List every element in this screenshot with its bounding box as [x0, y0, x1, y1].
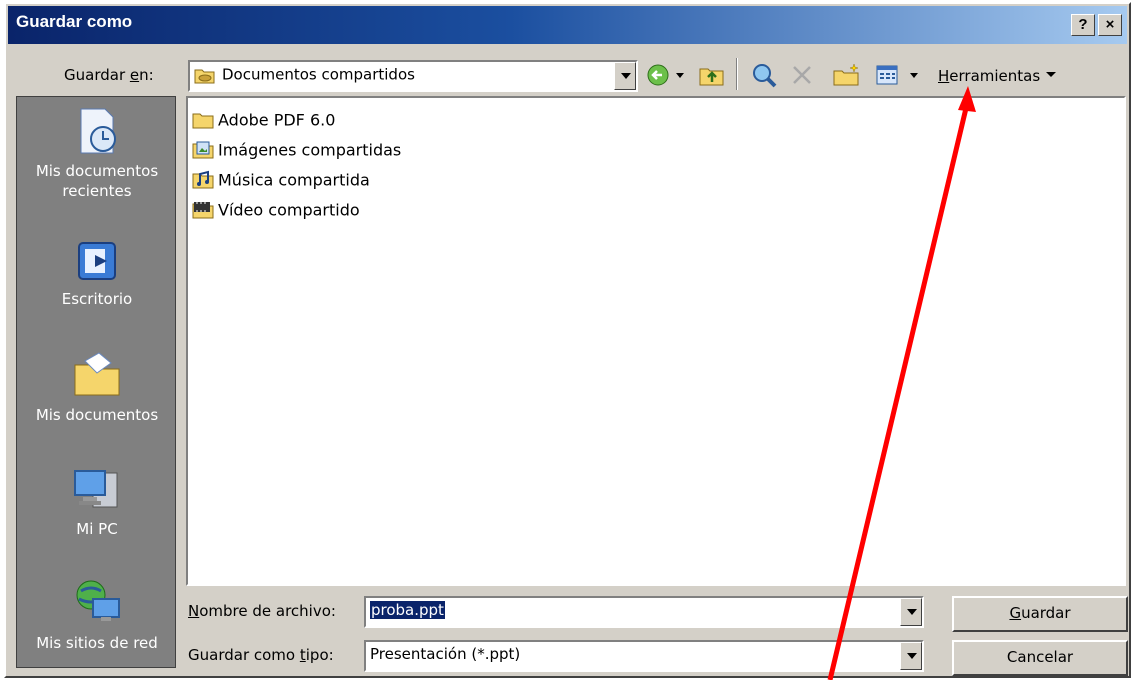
save-in-value: Documentos compartidos	[222, 65, 415, 84]
chevron-down-icon	[1046, 72, 1057, 77]
title-bar: Guardar como ? ×	[8, 6, 1127, 44]
list-item[interactable]: Imágenes compartidas	[192, 140, 401, 168]
network-places-icon	[76, 580, 120, 621]
desktop-icon	[78, 242, 116, 280]
save-in-value-wrap: Documentos compartidos	[194, 65, 415, 84]
toolbar-separator	[736, 58, 738, 90]
new-folder-icon	[833, 63, 859, 86]
tools-menu[interactable]: Herramientas	[938, 67, 1058, 85]
recent-documents-icon	[80, 108, 116, 154]
file-list[interactable]: Adobe PDF 6.0 Imágenes compartidas Músic…	[186, 96, 1126, 586]
place-label: Mis documentos	[35, 162, 159, 180]
delete-button	[790, 62, 814, 92]
place-my-computer[interactable]: Mi PC	[17, 463, 177, 539]
filename-label: Nombre de archivo:	[188, 602, 336, 620]
file-name: Música compartida	[218, 170, 370, 190]
filetype-value: Presentación (*.ppt)	[370, 645, 521, 663]
up-one-level-button[interactable]	[698, 62, 726, 92]
list-item[interactable]: Vídeo compartido	[192, 200, 360, 228]
place-label: Mi PC	[76, 520, 118, 538]
filetype-dropdown[interactable]: Presentación (*.ppt)	[364, 640, 924, 672]
save-button[interactable]: Guardar	[952, 596, 1128, 632]
cancel-button[interactable]: Cancelar	[952, 640, 1128, 676]
close-button[interactable]: ×	[1098, 14, 1122, 36]
places-bar: Mis documentos recientes Escritorio Mis …	[16, 96, 176, 668]
list-item[interactable]: Música compartida	[192, 170, 370, 198]
file-name: Vídeo compartido	[218, 200, 360, 220]
filename-value-wrap: proba.ppt	[370, 601, 445, 619]
place-label: Mis documentos	[35, 406, 159, 424]
place-desktop[interactable]: Escritorio	[17, 237, 177, 309]
video-folder-icon	[192, 202, 214, 219]
filetype-dropdown-arrow[interactable]	[900, 642, 922, 670]
views-icon	[876, 65, 918, 85]
place-label-second: recientes	[62, 182, 132, 200]
new-folder-button[interactable]	[832, 62, 862, 92]
window-title: Guardar como	[16, 12, 133, 31]
my-documents-icon	[74, 352, 120, 396]
back-button[interactable]	[646, 62, 690, 92]
place-my-documents[interactable]: Mis documentos	[17, 349, 177, 425]
place-label: Mis sitios de red	[36, 634, 158, 652]
delete-icon	[793, 66, 811, 84]
filename-value: proba.ppt	[370, 601, 445, 619]
filename-input[interactable]: proba.ppt	[364, 596, 924, 628]
back-icon	[647, 64, 684, 86]
filename-dropdown-arrow[interactable]	[900, 598, 922, 626]
file-name: Imágenes compartidas	[218, 140, 402, 160]
music-folder-icon	[192, 170, 214, 189]
search-web-button[interactable]	[750, 62, 778, 92]
save-as-dialog: Guardar como ? × Guardar en: Documentos …	[4, 2, 1131, 678]
search-web-icon	[753, 64, 777, 88]
filetype-label: Guardar como tipo:	[188, 646, 334, 664]
pictures-folder-icon	[192, 141, 214, 159]
place-recent-documents[interactable]: Mis documentos recientes	[17, 105, 177, 201]
file-name: Adobe PDF 6.0	[218, 110, 336, 130]
save-in-dropdown-arrow[interactable]	[614, 62, 636, 90]
views-button[interactable]	[874, 62, 924, 92]
save-in-dropdown[interactable]: Documentos compartidos	[188, 60, 638, 92]
help-button[interactable]: ?	[1071, 14, 1095, 36]
folder-icon	[192, 113, 214, 129]
list-item[interactable]: Adobe PDF 6.0	[192, 110, 335, 138]
place-network[interactable]: Mis sitios de red	[17, 577, 177, 653]
up-folder-icon	[699, 68, 724, 86]
shared-folder-icon	[194, 69, 215, 83]
save-in-label: Guardar en:	[64, 66, 154, 84]
place-label: Escritorio	[61, 290, 133, 308]
my-computer-icon	[74, 470, 118, 508]
